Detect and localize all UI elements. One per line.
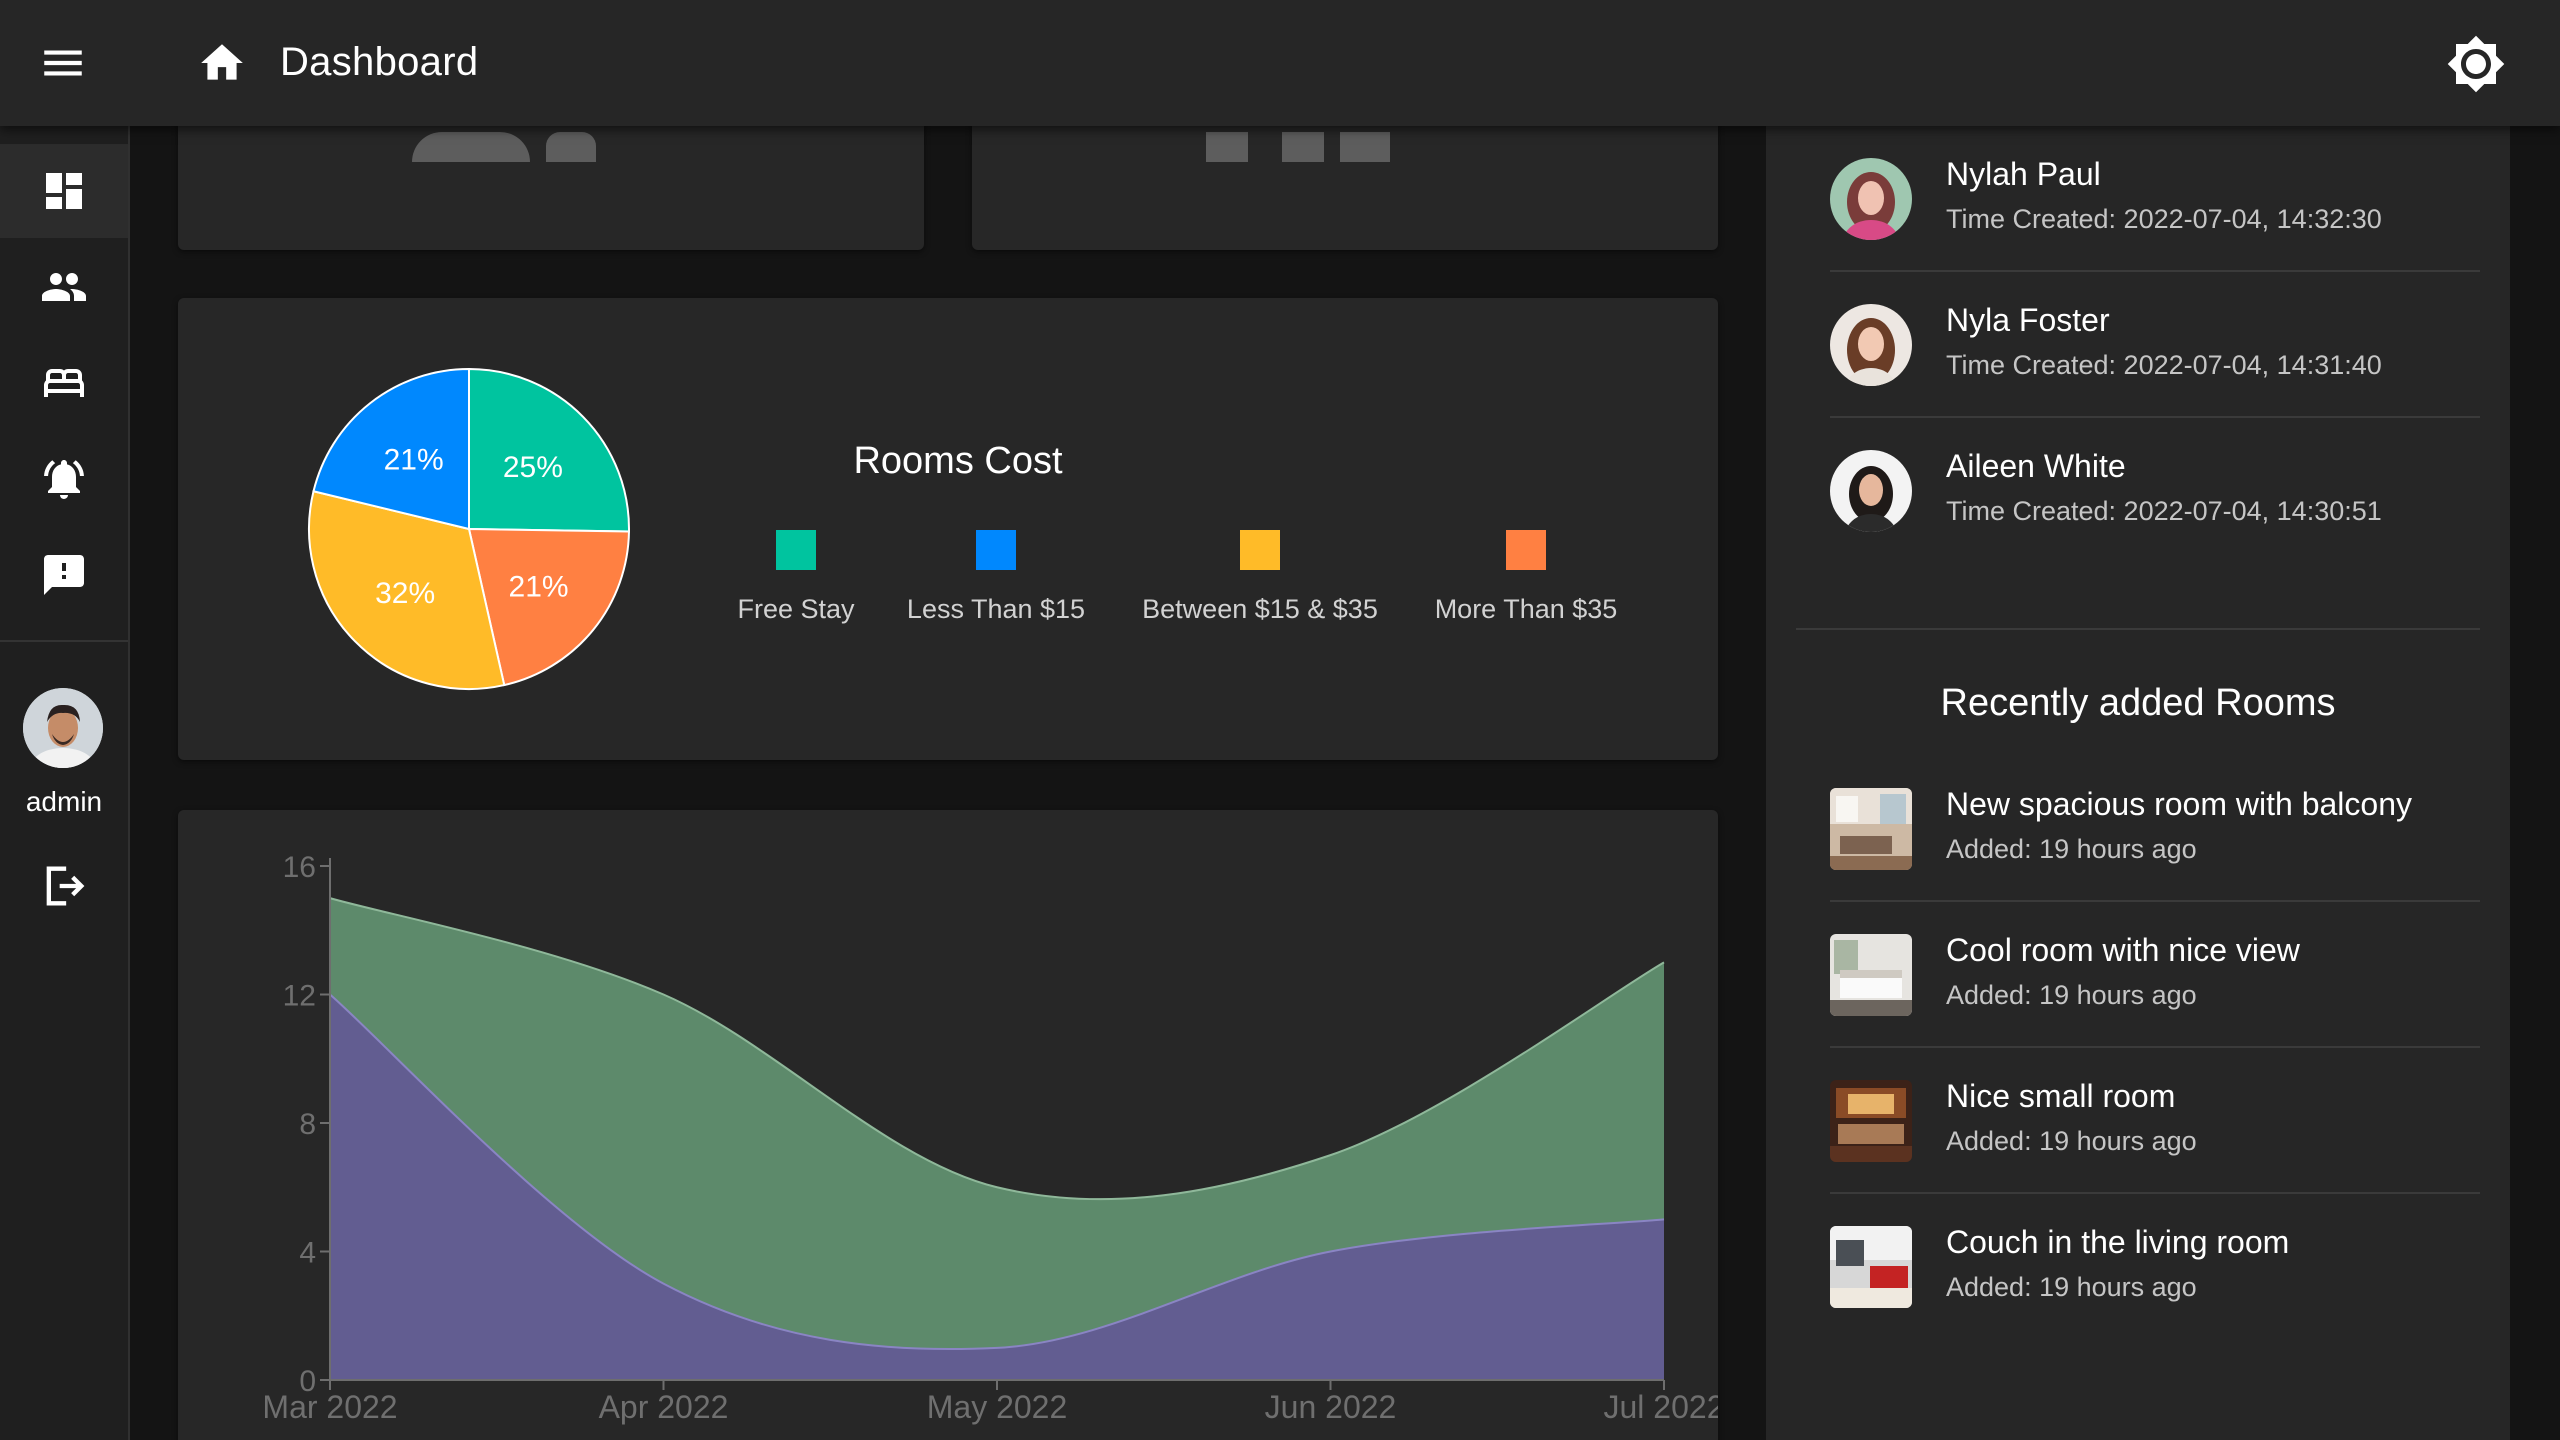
- sidebar-item-rooms[interactable]: [0, 336, 128, 430]
- room-thumbnail: [1830, 1080, 1912, 1162]
- recent-rooms-heading: Recently added Rooms: [1940, 682, 2336, 724]
- avatar: [1830, 304, 1912, 386]
- list-item[interactable]: Aileen White Time Created: 2022-07-04, 1…: [1830, 418, 2480, 564]
- pie-slice-label: 25%: [503, 451, 563, 484]
- room-added-time: Added: 19 hours ago: [1946, 1126, 2197, 1156]
- user-created-time: Time Created: 2022-07-04, 14:30:51: [1946, 496, 2382, 526]
- list-item[interactable]: New spacious room with balcony Added: 19…: [1830, 756, 2480, 902]
- user-created-time: Time Created: 2022-07-04, 14:32:30: [1946, 204, 2382, 234]
- list-item[interactable]: Nylah Paul Time Created: 2022-07-04, 14:…: [1830, 126, 2480, 272]
- brightness-icon[interactable]: [2446, 34, 2506, 94]
- legend-label: Between $15 & $35: [1142, 594, 1378, 624]
- list-item[interactable]: Nice small room Added: 19 hours ago: [1830, 1048, 2480, 1194]
- legend-label: Less Than $15: [906, 594, 1086, 624]
- x-tick-label: May 2022: [927, 1389, 1068, 1425]
- home-icon: [196, 38, 248, 88]
- x-tick-label: Jun 2022: [1265, 1389, 1397, 1425]
- room-thumbnail: [1830, 788, 1912, 870]
- sidebar-item-users[interactable]: [0, 240, 128, 334]
- sidebar-item-feedback[interactable]: [0, 528, 128, 622]
- pie-slice-label: 21%: [384, 444, 444, 477]
- room-added-time: Added: 19 hours ago: [1946, 1272, 2197, 1302]
- user-name: Aileen White: [1946, 448, 2126, 484]
- list-item[interactable]: Cool room with nice view Added: 19 hours…: [1830, 902, 2480, 1048]
- legend-swatch: [1240, 530, 1280, 570]
- y-tick-label: 8: [299, 1108, 316, 1141]
- recent-activity-panel: Nylah Paul Time Created: 2022-07-04, 14:…: [1766, 126, 2510, 1440]
- panel-divider: [1796, 628, 2480, 630]
- pie-chart-title: Rooms Cost: [853, 440, 1063, 482]
- room-name: New spacious room with balcony: [1946, 786, 2412, 822]
- sidebar-item-notifications[interactable]: [0, 432, 128, 526]
- x-tick-label: Mar 2022: [262, 1389, 397, 1425]
- sidebar-divider: [0, 640, 128, 642]
- room-added-time: Added: 19 hours ago: [1946, 834, 2197, 864]
- room-name: Nice small room: [1946, 1078, 2176, 1114]
- y-tick-label: 12: [283, 980, 316, 1013]
- dashboard-icon: [46, 173, 82, 209]
- user-name: Nylah Paul: [1946, 156, 2101, 192]
- rooms-cost-card: 25% 21% 32% 21% Rooms Cost Free Stay Less T…: [178, 298, 1718, 760]
- legend-item-between-15-35[interactable]: Between $15 & $35: [1140, 530, 1380, 625]
- room-added-time: Added: 19 hours ago: [1946, 980, 2197, 1010]
- page-title: Dashboard: [280, 40, 479, 84]
- rooms-icon: [1206, 132, 1248, 162]
- feedback-icon: [44, 555, 84, 595]
- app-bar: Dashboard: [0, 0, 2560, 126]
- bed-icon: [44, 369, 84, 397]
- y-tick-label: 4: [299, 1237, 316, 1270]
- sidebar-username: admin: [25, 786, 103, 817]
- stat-card: [972, 110, 1718, 250]
- legend-swatch: [976, 530, 1016, 570]
- avatar[interactable]: [23, 688, 103, 768]
- room-name: Cool room with nice view: [1946, 932, 2300, 968]
- notifications-icon: [44, 460, 84, 499]
- room-thumbnail: [1830, 1226, 1912, 1308]
- list-item[interactable]: Nyla Foster Time Created: 2022-07-04, 14…: [1830, 272, 2480, 418]
- legend-swatch: [776, 530, 816, 570]
- stacked-area-chart: 0481216Mar 2022 Apr 2022 May 2022 Jun 2022 J…: [262, 851, 1718, 1425]
- user-name: Nyla Foster: [1946, 302, 2110, 338]
- users-icon: [412, 132, 530, 162]
- sidebar-item-dashboard[interactable]: [0, 144, 128, 238]
- avatar: [1830, 158, 1912, 240]
- area-chart-card: 0 4 8 12 16 Mar 2022 Apr 2022 May 2022 Jun 2022 J…: [178, 810, 1718, 1440]
- user-created-time: Time Created: 2022-07-04, 14:31:40: [1946, 350, 2382, 380]
- stat-card: [178, 110, 924, 250]
- pie-slice-label: 21%: [509, 570, 569, 603]
- hamburger-menu-icon[interactable]: [36, 38, 90, 88]
- logout-icon[interactable]: [38, 860, 90, 912]
- legend-item-more-than-35[interactable]: More Than $35: [1406, 530, 1646, 625]
- legend-swatch: [1506, 530, 1546, 570]
- legend-label: More Than $35: [1434, 594, 1618, 624]
- rooms-icon-part: [1340, 132, 1390, 162]
- avatar: [1830, 450, 1912, 532]
- pie-slice-label: 32%: [375, 577, 435, 610]
- list-item[interactable]: Couch in the living room Added: 19 hours…: [1830, 1194, 2480, 1340]
- sidebar: admin: [0, 126, 130, 1440]
- room-name: Couch in the living room: [1946, 1224, 2290, 1260]
- users-icon: [42, 273, 86, 301]
- y-tick-label: 16: [283, 851, 316, 884]
- users-icon-part: [546, 132, 596, 162]
- rooms-cost-pie-chart: 25% 21% 32% 21%: [308, 367, 630, 690]
- x-tick-label: Jul 2022: [1604, 1389, 1718, 1425]
- x-tick-label: Apr 2022: [599, 1389, 729, 1425]
- legend-item-less-than-15[interactable]: Less Than $15: [876, 530, 1116, 625]
- room-thumbnail: [1830, 934, 1912, 1016]
- rooms-icon-part: [1282, 132, 1324, 162]
